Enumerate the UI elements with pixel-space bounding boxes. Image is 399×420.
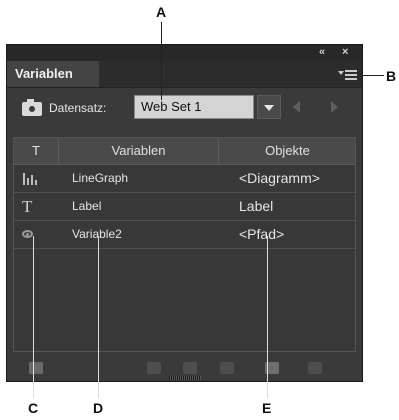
bound-object: <Diagramm>: [239, 170, 320, 186]
next-dataset-icon[interactable]: [331, 101, 338, 113]
variable-name: LineGraph: [72, 171, 129, 185]
visibility-eye-icon: [22, 230, 33, 238]
table-row[interactable]: Variable2 <Pfad>: [14, 221, 355, 249]
panel-titlebar: « ×: [7, 45, 362, 61]
callout-b: B: [386, 68, 397, 84]
callout-a: A: [156, 4, 167, 20]
callout-c: C: [28, 400, 39, 416]
capture-dataset-camera-icon[interactable]: [22, 99, 42, 116]
table-header: T Variablen Objekte: [14, 138, 355, 165]
table-row[interactable]: LineGraph <Diagramm>: [14, 165, 355, 193]
callout-d: D: [93, 400, 104, 416]
dataset-select[interactable]: Web Set 1: [134, 95, 254, 119]
collapse-panel-icon[interactable]: «: [319, 46, 325, 58]
unbind-icon[interactable]: [220, 362, 234, 374]
delete-icon[interactable]: [308, 362, 322, 374]
menu-arrow-icon: [338, 71, 344, 75]
tab-strip: Variablen: [7, 61, 362, 88]
callout-e: E: [262, 400, 272, 416]
dataset-toolbar: Datensatz: Web Set 1: [7, 88, 362, 128]
variable-name: Label: [72, 199, 102, 213]
variable-name: Variable2: [72, 227, 122, 241]
dataset-dropdown-chevron-down-icon[interactable]: [257, 95, 281, 119]
resize-grip[interactable]: [169, 376, 201, 380]
dataset-label: Datensatz:: [49, 101, 107, 115]
tab-variablen[interactable]: Variablen: [7, 61, 99, 87]
callout-line-e: [267, 236, 268, 398]
previous-dataset-icon[interactable]: [293, 101, 300, 113]
variables-panel: « × Variablen Datensatz: Web Set 1 T Var…: [6, 44, 363, 382]
make-visible-icon[interactable]: [183, 362, 197, 374]
make-dynamic-icon[interactable]: [147, 362, 161, 374]
bound-object: Label: [239, 198, 274, 214]
column-header-type[interactable]: T: [14, 138, 59, 164]
callout-line-c: [33, 236, 34, 398]
text-icon: T: [22, 197, 33, 216]
close-panel-icon[interactable]: ×: [342, 46, 348, 58]
load-library-icon[interactable]: [29, 362, 43, 374]
graph-icon: [22, 171, 38, 187]
column-header-objekte[interactable]: Objekte: [219, 138, 356, 164]
callout-line-d: [98, 236, 99, 398]
bound-object: <Pfad>: [239, 226, 285, 242]
panel-menu-icon[interactable]: [338, 67, 358, 81]
callout-line-a: [161, 22, 162, 100]
table-row[interactable]: T Label Label: [14, 193, 355, 221]
callout-line-b: [360, 75, 384, 76]
column-header-variablen[interactable]: Variablen: [59, 138, 219, 164]
variables-table: T Variablen Objekte LineGraph <Diagramm>…: [13, 137, 356, 352]
